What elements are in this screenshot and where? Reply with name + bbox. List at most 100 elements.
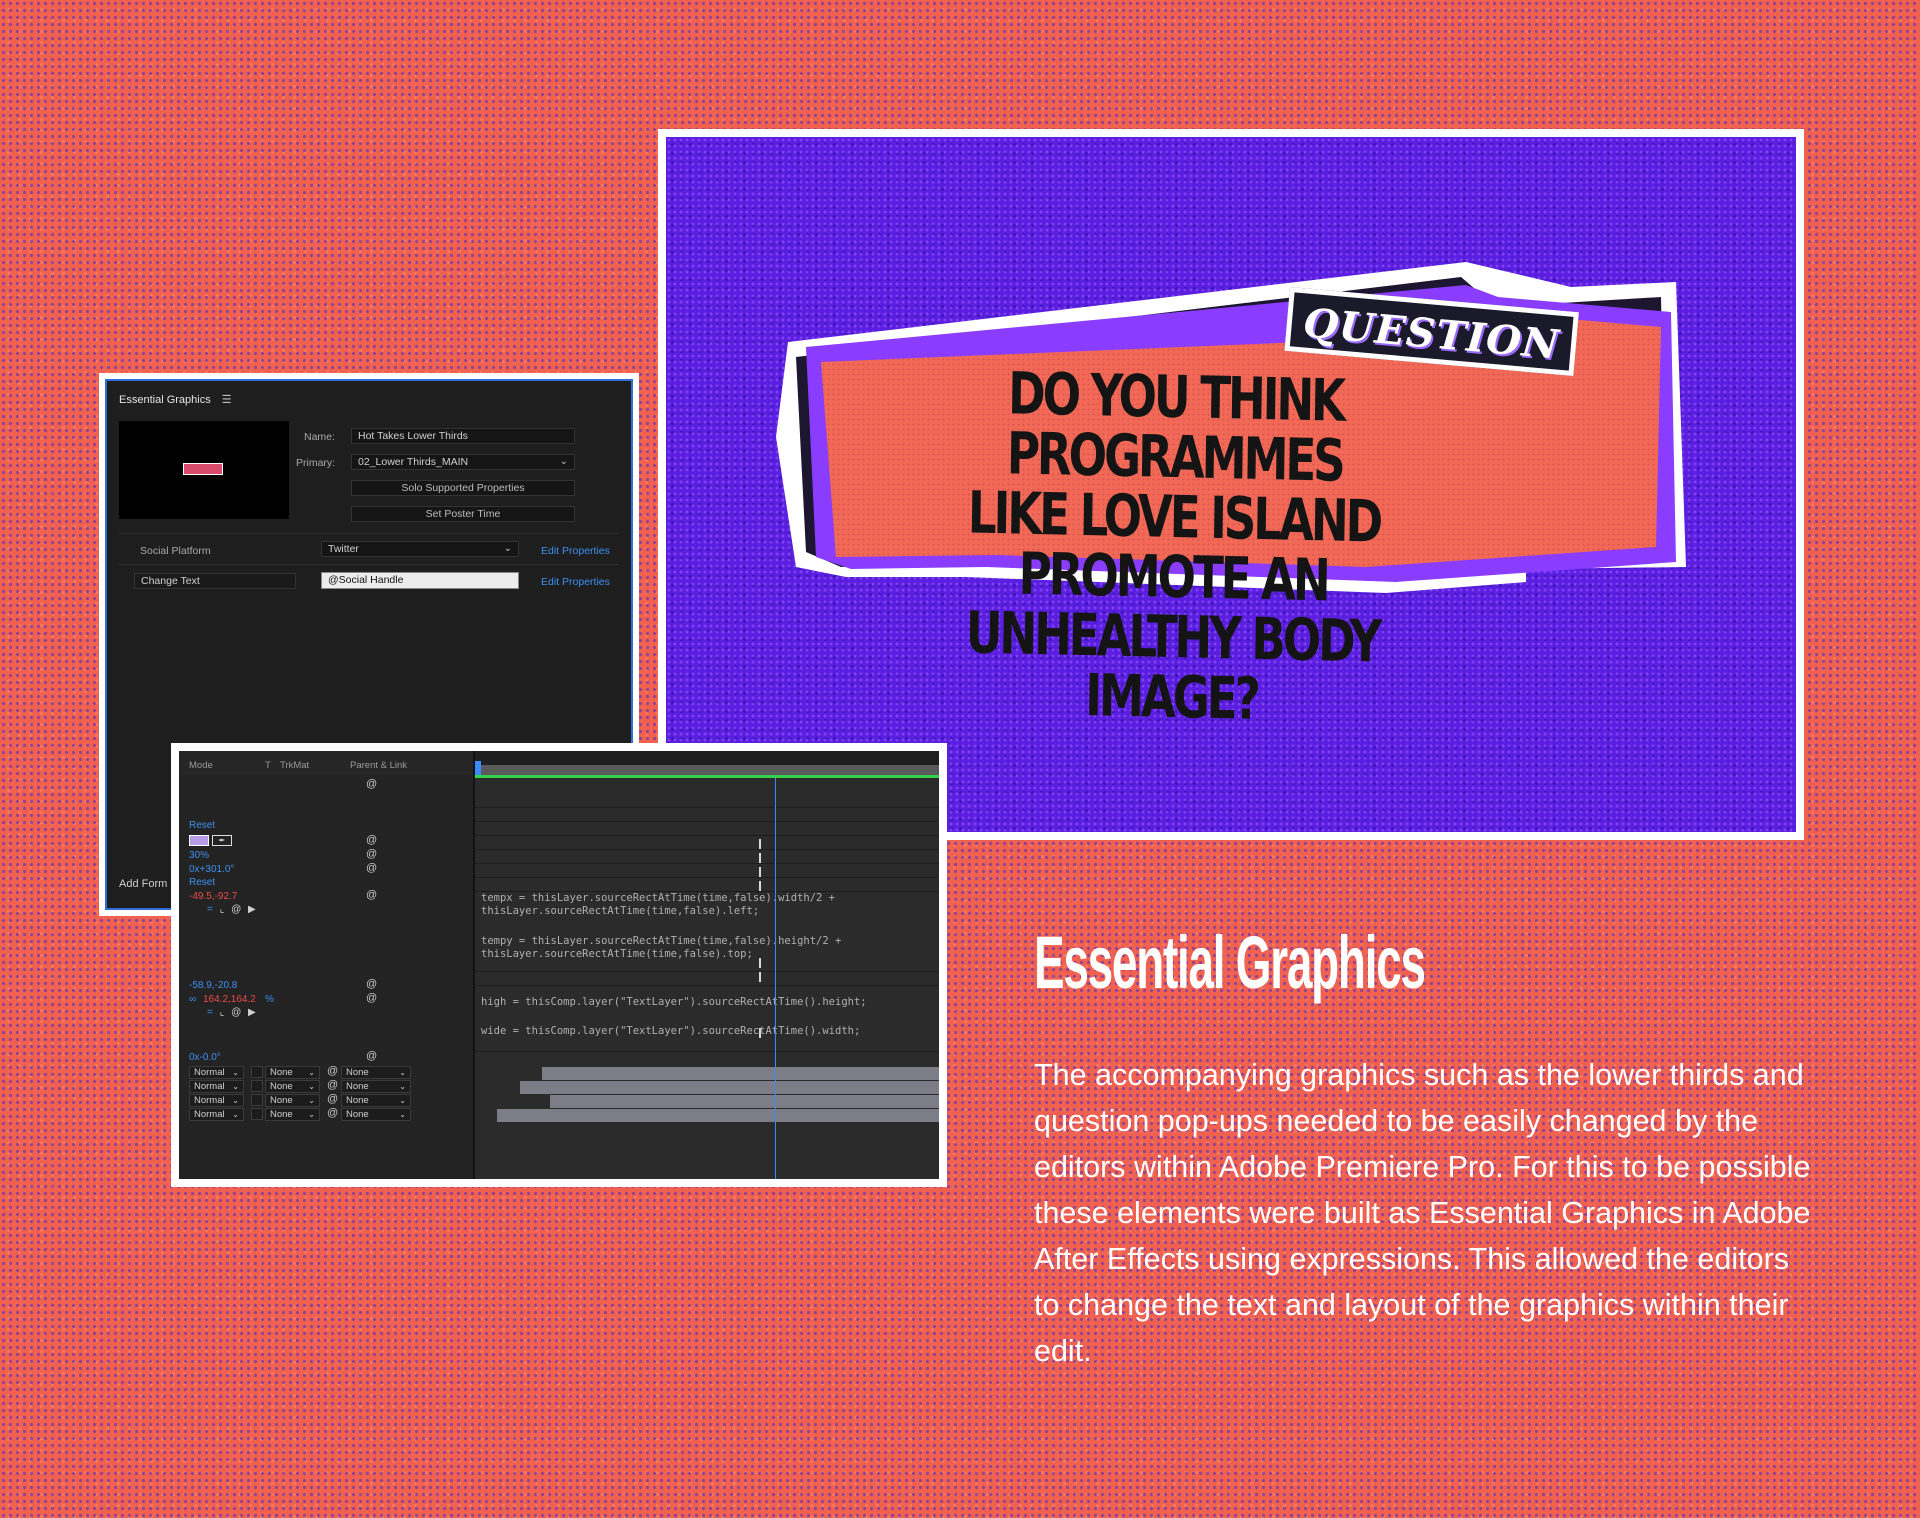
scale-percent: % bbox=[265, 994, 274, 1005]
parent-dropdown-4[interactable]: None ⌄ bbox=[341, 1108, 411, 1121]
row-separator bbox=[475, 1051, 939, 1052]
add-form-button[interactable]: Add Form bbox=[119, 878, 167, 890]
pickwhip-icon[interactable]: @ bbox=[366, 1050, 377, 1062]
pickwhip-icon[interactable]: @ bbox=[366, 848, 377, 860]
keyframe-marker[interactable] bbox=[757, 958, 763, 968]
mode-dropdown-3[interactable]: Normal ⌄ bbox=[189, 1094, 244, 1107]
pickwhip-icon[interactable]: @ bbox=[366, 778, 377, 790]
opacity-value[interactable]: 30% bbox=[189, 850, 209, 861]
chevron-down-icon: ⌄ bbox=[503, 543, 512, 554]
pickwhip-icon[interactable]: @ bbox=[231, 904, 243, 915]
graph-icon[interactable]: ⌞ bbox=[220, 904, 227, 915]
parent-dropdown-2[interactable]: None ⌄ bbox=[341, 1080, 411, 1093]
expression-tempx[interactable]: tempx = thisLayer.sourceRectAtTime(time,… bbox=[481, 892, 835, 918]
expression-language-icon[interactable]: ▶ bbox=[248, 1007, 258, 1018]
keyframe-marker[interactable] bbox=[757, 881, 763, 891]
preserve-transparency-toggle[interactable] bbox=[251, 1066, 263, 1078]
pickwhip-icon[interactable]: @ bbox=[366, 862, 377, 874]
parent-value: None bbox=[346, 1067, 369, 1078]
solo-supported-properties-button[interactable]: Solo Supported Properties bbox=[351, 480, 575, 496]
expression-language-icon[interactable]: ▶ bbox=[248, 904, 258, 915]
color-swatch[interactable] bbox=[189, 835, 209, 846]
expression-line: tempx = thisLayer.sourceRectAtTime(time,… bbox=[481, 892, 836, 904]
graph-icon[interactable]: ⌞ bbox=[220, 1007, 227, 1018]
layer-duration-bar[interactable] bbox=[520, 1081, 939, 1094]
pickwhip-icon[interactable]: @ bbox=[327, 1093, 338, 1105]
trkmat-dropdown-4[interactable]: None ⌄ bbox=[265, 1108, 320, 1121]
column-trkmat[interactable]: TrkMat bbox=[280, 760, 309, 771]
name-field[interactable]: Hot Takes Lower Thirds bbox=[351, 428, 575, 444]
position-value-2[interactable]: -58.9,-20.8 bbox=[189, 980, 237, 991]
pickwhip-icon[interactable]: @ bbox=[327, 1107, 338, 1119]
pickwhip-icon[interactable]: @ bbox=[327, 1079, 338, 1091]
pickwhip-icon[interactable]: @ bbox=[366, 992, 377, 1004]
rotation-value[interactable]: 0x+301.0° bbox=[189, 864, 234, 875]
expression-enable-icon[interactable]: = bbox=[207, 904, 215, 915]
expression-enable-icon[interactable]: = bbox=[207, 1007, 215, 1018]
eyedropper-icon[interactable]: ✒ bbox=[212, 835, 232, 846]
panel-title[interactable]: Essential Graphics ☰ bbox=[119, 393, 232, 406]
parent-dropdown-1[interactable]: None ⌄ bbox=[341, 1066, 411, 1079]
link-constrain-icon[interactable]: ∞ bbox=[189, 994, 196, 1005]
column-t[interactable]: T bbox=[265, 760, 271, 771]
mode-dropdown-4[interactable]: Normal ⌄ bbox=[189, 1108, 244, 1121]
primary-dropdown[interactable]: 02_Lower Thirds_MAIN ⌄ bbox=[351, 454, 575, 470]
hamburger-icon[interactable]: ☰ bbox=[222, 394, 232, 406]
keyframe-marker[interactable] bbox=[757, 1028, 763, 1038]
mode-value: Normal bbox=[194, 1081, 225, 1092]
mode-dropdown-2[interactable]: Normal ⌄ bbox=[189, 1080, 244, 1093]
trkmat-dropdown-1[interactable]: None ⌄ bbox=[265, 1066, 320, 1079]
expression-line: tempy = thisLayer.sourceRectAtTime(time,… bbox=[481, 935, 842, 947]
expression-wide[interactable]: wide = thisComp.layer("TextLayer").sourc… bbox=[481, 1025, 860, 1038]
edit-properties-link-2[interactable]: Edit Properties bbox=[541, 576, 610, 588]
parent-value: None bbox=[346, 1095, 369, 1106]
change-text-label-field[interactable]: Change Text bbox=[134, 573, 296, 589]
column-parent-link[interactable]: Parent & Link bbox=[350, 760, 407, 771]
work-area-bar[interactable] bbox=[475, 765, 939, 775]
preserve-transparency-toggle[interactable] bbox=[251, 1108, 263, 1120]
current-time-indicator[interactable] bbox=[475, 761, 481, 775]
parent-value: None bbox=[346, 1109, 369, 1120]
trkmat-dropdown-3[interactable]: None ⌄ bbox=[265, 1094, 320, 1107]
time-ruler[interactable] bbox=[475, 751, 939, 765]
row-separator bbox=[475, 863, 939, 864]
reset-link-2[interactable]: Reset bbox=[189, 877, 215, 888]
trkmat-dropdown-2[interactable]: None ⌄ bbox=[265, 1080, 320, 1093]
expression-high[interactable]: high = thisComp.layer("TextLayer").sourc… bbox=[481, 996, 867, 1009]
scale-value[interactable]: 164.2,164.2 bbox=[203, 994, 256, 1005]
expression-tempy[interactable]: tempy = thisLayer.sourceRectAtTime(time,… bbox=[481, 935, 841, 961]
question-text: DO YOU THINK PROGRAMMES LIKE LOVE ISLAND… bbox=[929, 359, 1417, 733]
pickwhip-icon[interactable]: @ bbox=[231, 1007, 243, 1018]
reset-link-1[interactable]: Reset bbox=[189, 820, 215, 831]
layer-duration-bar[interactable] bbox=[497, 1109, 939, 1122]
mode-dropdown-1[interactable]: Normal ⌄ bbox=[189, 1066, 244, 1079]
keyframe-marker[interactable] bbox=[757, 972, 763, 982]
pickwhip-icon[interactable]: @ bbox=[366, 978, 377, 990]
social-platform-dropdown[interactable]: Twitter ⌄ bbox=[321, 541, 519, 557]
preserve-transparency-toggle[interactable] bbox=[251, 1080, 263, 1092]
social-platform-value: Twitter bbox=[328, 543, 359, 555]
layer-duration-bar[interactable] bbox=[550, 1095, 939, 1108]
row-separator bbox=[475, 849, 939, 850]
keyframe-marker[interactable] bbox=[757, 853, 763, 863]
preserve-transparency-toggle[interactable] bbox=[251, 1094, 263, 1106]
poster-thumbnail bbox=[119, 421, 289, 519]
social-handle-input[interactable]: @Social Handle bbox=[321, 572, 519, 589]
keyframe-marker[interactable] bbox=[757, 839, 763, 849]
pickwhip-icon[interactable]: @ bbox=[366, 889, 377, 901]
column-mode[interactable]: Mode bbox=[189, 760, 213, 771]
chevron-down-icon: ⌄ bbox=[308, 1110, 315, 1119]
row-separator bbox=[475, 877, 939, 878]
set-poster-time-button[interactable]: Set Poster Time bbox=[351, 506, 575, 522]
parent-dropdown-3[interactable]: None ⌄ bbox=[341, 1094, 411, 1107]
chevron-down-icon: ⌄ bbox=[559, 456, 568, 467]
playhead-line[interactable] bbox=[775, 778, 776, 1179]
edit-properties-link-1[interactable]: Edit Properties bbox=[541, 545, 610, 557]
keyframe-marker[interactable] bbox=[757, 867, 763, 877]
pickwhip-icon[interactable]: @ bbox=[327, 1065, 338, 1077]
position-value-1[interactable]: -49.5,-92.7 bbox=[189, 891, 237, 902]
pickwhip-icon[interactable]: @ bbox=[366, 834, 377, 846]
layer-duration-bar[interactable] bbox=[542, 1067, 939, 1080]
rotation-value-2[interactable]: 0x-0.0° bbox=[189, 1052, 221, 1063]
timeline-graph-area: tempx = thisLayer.sourceRectAtTime(time,… bbox=[475, 751, 939, 1179]
